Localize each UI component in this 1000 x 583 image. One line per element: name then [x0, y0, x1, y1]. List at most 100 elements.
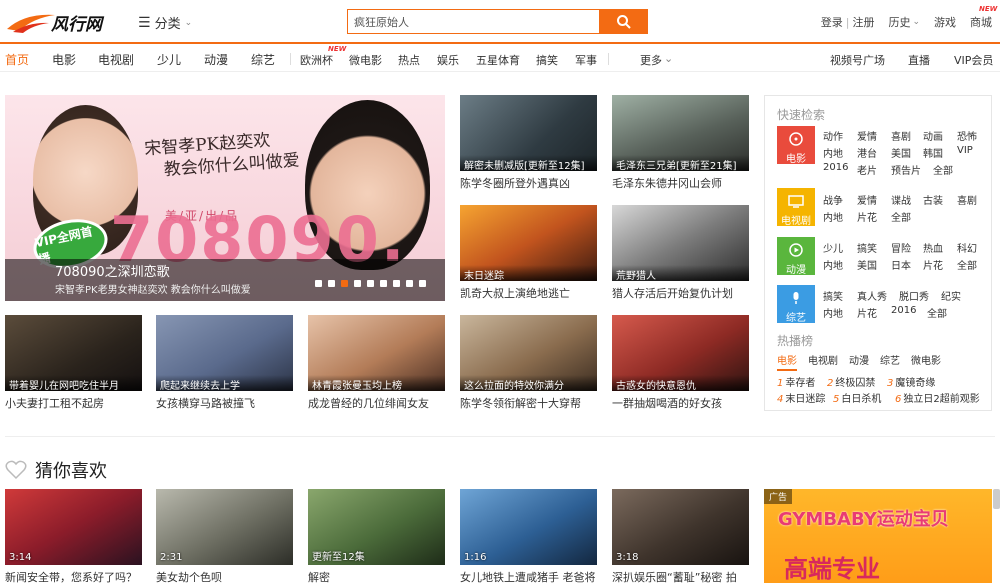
carousel-dot[interactable]: [315, 280, 322, 287]
video-card[interactable]: 爬起来继续去上学 女孩横穿马路被撞飞: [156, 315, 293, 415]
video-card[interactable]: 解密未删减版[更新至12集] 陈学冬圈所登外遇真凶: [460, 95, 597, 195]
nav-military[interactable]: 军事: [575, 52, 597, 68]
video-title[interactable]: 猎人存活后开始复仇计划: [612, 285, 733, 301]
carousel-dot-active[interactable]: [341, 280, 348, 287]
video-title[interactable]: 深扒娱乐圈“蓄耻”秘密 拍: [612, 569, 737, 583]
quick-link[interactable]: 冒险: [891, 240, 911, 255]
hot-item[interactable]: 6 独立日2超前观影: [895, 390, 980, 405]
video-card[interactable]: 古惑女的快意恩仇 一群抽烟喝酒的好女孩: [612, 315, 749, 415]
tab-micro-film[interactable]: 微电影: [911, 352, 941, 371]
video-card[interactable]: 3:14 新闻安全带，您系好了吗？: [5, 489, 142, 583]
quick-link[interactable]: 搞笑: [823, 288, 843, 303]
video-title[interactable]: 解密: [308, 569, 330, 583]
quick-link[interactable]: 古装: [923, 192, 943, 207]
quick-link[interactable]: 预告片: [891, 162, 921, 177]
category-tv-tile[interactable]: 电视剧: [777, 188, 815, 227]
quick-link[interactable]: 片花: [857, 209, 877, 224]
carousel-dot[interactable]: [419, 280, 426, 287]
nav-sports[interactable]: 五星体育: [476, 52, 520, 68]
quick-link[interactable]: 动作: [823, 128, 843, 143]
video-title[interactable]: 小夫妻打工租不起房: [5, 395, 104, 411]
quick-link[interactable]: 片花: [857, 305, 877, 320]
quick-link[interactable]: 热血: [923, 240, 943, 255]
video-card[interactable]: 更新至12集 解密: [308, 489, 445, 583]
quick-link[interactable]: 爱情: [857, 128, 877, 143]
nav-hot[interactable]: 热点: [398, 52, 420, 68]
tab-anime[interactable]: 动漫: [849, 352, 869, 371]
quick-link[interactable]: 港台: [857, 145, 877, 160]
quick-link[interactable]: 全部: [891, 209, 911, 224]
video-title[interactable]: 女儿地铁上遭咸猪手 老爸将: [460, 569, 596, 583]
video-title[interactable]: 成龙曾经的几位绯闻女友: [308, 395, 429, 411]
video-card[interactable]: 林青霞张曼玉均上榜 成龙曾经的几位绯闻女友: [308, 315, 445, 415]
mall-link[interactable]: 商城: [970, 14, 992, 30]
category-variety-tile[interactable]: 综艺: [777, 285, 815, 324]
carousel-dot[interactable]: [354, 280, 361, 287]
category-anime-tile[interactable]: 动漫: [777, 237, 815, 276]
quick-link[interactable]: 内地: [823, 257, 843, 272]
nav-ent[interactable]: 娱乐: [437, 52, 459, 68]
carousel-dot[interactable]: [380, 280, 387, 287]
nav-funny[interactable]: 搞笑: [536, 52, 558, 68]
quick-link[interactable]: 内地: [823, 145, 843, 160]
tab-variety[interactable]: 综艺: [880, 352, 900, 371]
quick-link[interactable]: 恐怖: [957, 128, 977, 143]
video-title[interactable]: 陈学冬领衔解密十大穿帮: [460, 395, 581, 411]
quick-link[interactable]: VIP: [957, 145, 973, 156]
video-card[interactable]: 3:18 深扒娱乐圈“蓄耻”秘密 拍: [612, 489, 749, 583]
hot-item[interactable]: 5 白日杀机: [833, 390, 881, 405]
video-card[interactable]: 毛泽东三兄弟[更新至21集] 毛泽东朱德井冈山会师: [612, 95, 749, 195]
nav-anime[interactable]: 动漫: [204, 51, 228, 68]
nav-more[interactable]: 更多: [640, 52, 662, 68]
quick-link[interactable]: 美国: [891, 145, 911, 160]
history-link[interactable]: 历史: [888, 14, 910, 30]
quick-link[interactable]: 喜剧: [891, 128, 911, 143]
video-card[interactable]: 荒野猎人 猎人存活后开始复仇计划: [612, 205, 749, 305]
quick-link[interactable]: 全部: [927, 305, 947, 320]
quick-link[interactable]: 2016: [823, 162, 848, 173]
tab-movie[interactable]: 电影: [777, 352, 797, 371]
video-card[interactable]: 2:31 美女劫个色呗: [156, 489, 293, 583]
tab-tv[interactable]: 电视剧: [808, 352, 838, 371]
quick-link[interactable]: 日本: [891, 257, 911, 272]
quick-link[interactable]: 纪实: [941, 288, 961, 303]
quick-link[interactable]: 全部: [957, 257, 977, 272]
advertisement-banner[interactable]: 广告 GYMBABY运动宝贝 高端专业: [764, 489, 992, 583]
nav-tv[interactable]: 电视剧: [98, 51, 134, 68]
video-title[interactable]: 一群抽烟喝酒的好女孩: [612, 395, 722, 411]
nav-live[interactable]: 直播: [908, 52, 930, 68]
quick-link[interactable]: 片花: [923, 257, 943, 272]
quick-link[interactable]: 动画: [923, 128, 943, 143]
hot-item[interactable]: 4 末日迷踪: [777, 390, 825, 405]
quick-link[interactable]: 爱情: [857, 192, 877, 207]
hot-item[interactable]: 1 幸存者: [777, 374, 815, 389]
nav-variety[interactable]: 综艺: [251, 51, 275, 68]
video-title[interactable]: 新闻安全带，您系好了吗？: [5, 569, 137, 583]
search-button[interactable]: [600, 9, 648, 34]
carousel-dot[interactable]: [367, 280, 374, 287]
quick-link[interactable]: 内地: [823, 305, 843, 320]
video-title[interactable]: 女孩横穿马路被撞飞: [156, 395, 255, 411]
video-card[interactable]: 末日迷踪 凯奇大叔上演绝地逃亡: [460, 205, 597, 305]
site-logo[interactable]: 风行网: [5, 7, 125, 37]
category-movie-tile[interactable]: 电影: [777, 126, 815, 165]
quick-link[interactable]: 美国: [857, 257, 877, 272]
nav-euro-cup[interactable]: 欧洲杯: [300, 52, 333, 68]
video-card[interactable]: 1:16 女儿地铁上遭咸猪手 老爸将: [460, 489, 597, 583]
quick-link[interactable]: 内地: [823, 209, 843, 224]
quick-link[interactable]: 搞笑: [857, 240, 877, 255]
quick-link[interactable]: 真人秀: [857, 288, 887, 303]
quick-link[interactable]: 脱口秀: [899, 288, 929, 303]
register-link[interactable]: 注册: [852, 14, 874, 30]
nav-movie[interactable]: 电影: [52, 51, 76, 68]
nav-video-square[interactable]: 视频号广场: [830, 52, 885, 68]
quick-link[interactable]: 韩国: [923, 145, 943, 160]
category-menu[interactable]: ☰ 分类 ⌄: [138, 13, 192, 33]
carousel-dot[interactable]: [406, 280, 413, 287]
nav-home[interactable]: 首页: [5, 51, 29, 68]
quick-link[interactable]: 喜剧: [957, 192, 977, 207]
video-title[interactable]: 陈学冬圈所登外遇真凶: [460, 175, 570, 191]
carousel-dot[interactable]: [328, 280, 335, 287]
carousel-dot[interactable]: [393, 280, 400, 287]
nav-micro-film[interactable]: 微电影: [349, 52, 382, 68]
